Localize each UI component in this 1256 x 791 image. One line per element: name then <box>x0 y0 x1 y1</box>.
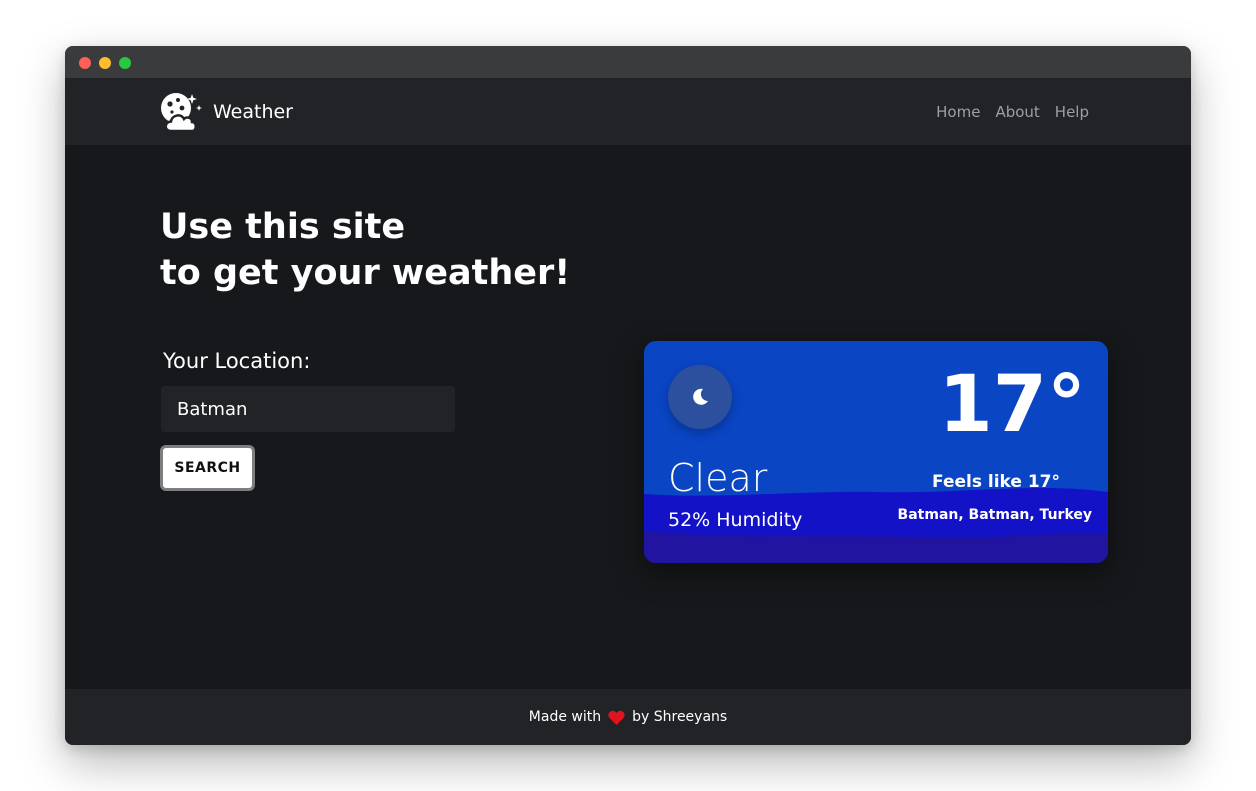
nav-link-help[interactable]: Help <box>1055 102 1089 122</box>
footer-author: by Shreeyans <box>632 709 728 725</box>
location-input[interactable] <box>161 386 455 432</box>
hero-title-line-2: to get your weather! <box>160 253 571 293</box>
moon-icon <box>693 388 708 405</box>
heart-icon <box>608 710 625 725</box>
navbar: Weather Home About Help <box>65 78 1191 145</box>
window-titlebar <box>65 46 1191 78</box>
brand-name[interactable]: Weather <box>213 100 293 124</box>
nav-link-about[interactable]: About <box>995 102 1039 122</box>
footer-made-with: Made with <box>528 709 602 725</box>
nav-link-home[interactable]: Home <box>936 102 980 122</box>
location-label: Your Location: <box>163 349 311 373</box>
search-button[interactable]: SEARCH <box>160 445 255 491</box>
minimize-window-button[interactable] <box>99 57 111 69</box>
weather-icon-badge <box>668 365 732 429</box>
humidity: 52% Humidity <box>668 509 803 531</box>
location-name: Batman, Batman, Turkey <box>897 507 1092 523</box>
browser-window: Weather Home About Help Use this site to… <box>65 46 1191 745</box>
hero-title: Use this site to get your weather! <box>160 204 570 296</box>
feels-like: Feels like 17° <box>932 472 1060 492</box>
temperature: 17° <box>938 360 1086 450</box>
weather-card: 17° Clear 52% Humidity Feels like 17° Ba… <box>644 341 1108 563</box>
nav-links: Home About Help <box>936 102 1089 122</box>
weather-condition: Clear <box>668 456 768 500</box>
footer: Made with by Shreeyans <box>65 689 1191 745</box>
maximize-window-button[interactable] <box>119 57 131 69</box>
weather-logo-icon[interactable] <box>159 91 203 133</box>
close-window-button[interactable] <box>79 57 91 69</box>
hero-title-line-1: Use this site <box>160 207 406 247</box>
